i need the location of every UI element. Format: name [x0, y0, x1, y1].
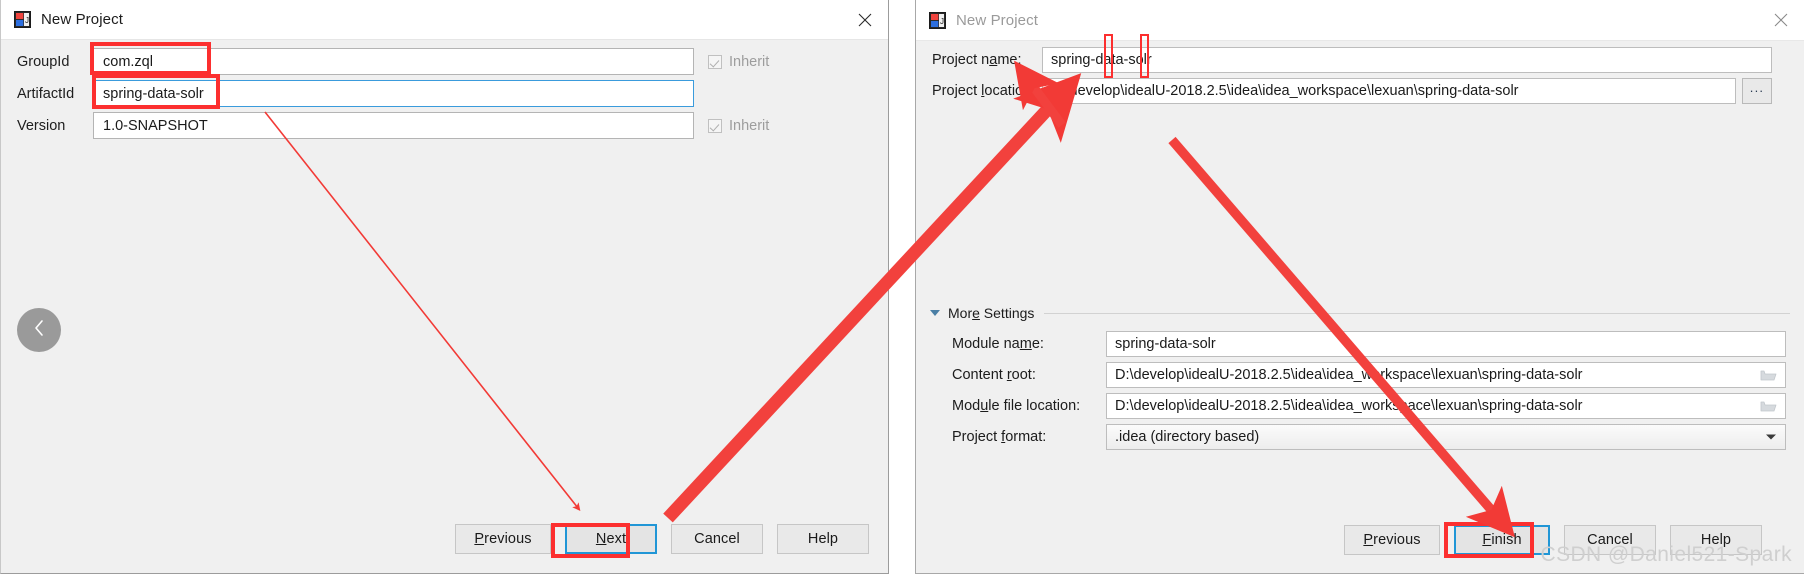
- ellipsis-icon: ...: [1749, 79, 1765, 95]
- previous-button-mnemonic: P: [1363, 532, 1374, 548]
- previous-button[interactable]: Previous: [455, 524, 551, 554]
- previous-button-mnemonic: P: [474, 531, 485, 547]
- module-file-location-value: D:\develop\idealU-2018.2.5\idea\idea_wor…: [1115, 398, 1583, 414]
- csdn-watermark: CSDN @Daniel521-Spark: [1540, 543, 1792, 566]
- svg-text:J: J: [25, 16, 29, 25]
- chevron-left-icon: [32, 318, 47, 343]
- folder-icon[interactable]: [1760, 368, 1777, 382]
- version-row: Version 1.0-SNAPSHOT Inherit: [17, 112, 769, 139]
- cancel-button[interactable]: Cancel: [671, 524, 763, 554]
- right-dialog-body: Project name: spring-data-solr Project l…: [916, 40, 1804, 573]
- version-inherit-checkbox[interactable]: Inherit: [708, 118, 769, 134]
- next-button-mnemonic: N: [595, 531, 607, 547]
- right-dialog-title: New Project: [956, 11, 1038, 29]
- project-location-label: Project location:: [932, 83, 1036, 99]
- version-input[interactable]: 1.0-SNAPSHOT: [93, 112, 694, 139]
- module-file-location-row: Module file location: D:\develop\idealU-…: [952, 393, 1786, 419]
- more-settings-divider: [1044, 312, 1790, 314]
- project-name-input[interactable]: spring-data-solr: [1042, 47, 1772, 73]
- close-icon[interactable]: [841, 0, 888, 40]
- previous-button-label: revious: [1373, 532, 1421, 548]
- folder-icon[interactable]: [1760, 399, 1777, 413]
- intellij-idea-icon: J: [14, 11, 31, 28]
- groupid-input[interactable]: com.zql: [93, 48, 694, 75]
- help-button[interactable]: Help: [777, 524, 869, 554]
- more-settings-label: More Settings: [948, 305, 1035, 321]
- project-location-row: Project location: D:\develop\idealU-2018…: [932, 78, 1772, 104]
- content-root-row: Content root: D:\develop\idealU-2018.2.5…: [952, 362, 1786, 388]
- next-button-label: ext: [606, 531, 627, 547]
- checkbox-checked-icon: [708, 118, 722, 133]
- project-location-input[interactable]: D:\develop\idealU-2018.2.5\idea\idea_wor…: [1042, 78, 1736, 104]
- artifactid-input[interactable]: spring-data-solr: [93, 80, 694, 107]
- module-file-location-input[interactable]: D:\develop\idealU-2018.2.5\idea\idea_wor…: [1106, 393, 1786, 419]
- module-name-input[interactable]: spring-data-solr: [1106, 331, 1786, 357]
- version-inherit-label: Inherit: [729, 117, 770, 134]
- svg-text:J: J: [940, 17, 944, 26]
- browse-location-button[interactable]: ...: [1742, 78, 1772, 104]
- artifactid-row: ArtifactId spring-data-solr: [17, 80, 694, 107]
- content-root-input[interactable]: D:\develop\idealU-2018.2.5\idea\idea_wor…: [1106, 362, 1786, 388]
- content-root-value: D:\develop\idealU-2018.2.5\idea\idea_wor…: [1115, 367, 1583, 383]
- groupid-inherit-label: Inherit: [729, 53, 770, 70]
- previous-button-label: revious: [484, 531, 532, 547]
- left-dialog-body: GroupId com.zql Inherit ArtifactId sprin…: [1, 40, 888, 573]
- back-button[interactable]: [17, 308, 61, 352]
- chevron-down-icon: [1766, 434, 1776, 440]
- project-name-row: Project name: spring-data-solr: [932, 47, 1772, 73]
- intellij-idea-icon: J: [929, 11, 946, 29]
- artifactid-label: ArtifactId: [17, 85, 75, 102]
- module-file-location-label: Module file location:: [952, 398, 1081, 414]
- new-project-maven-dialog: J New Project GroupId com.zql Inherit Ar…: [0, 0, 889, 574]
- module-name-row: Module name: spring-data-solr: [952, 331, 1786, 357]
- project-format-select[interactable]: .idea (directory based): [1106, 424, 1786, 450]
- version-label: Version: [17, 117, 66, 134]
- close-icon[interactable]: [1757, 0, 1804, 40]
- next-button[interactable]: Next: [565, 524, 657, 554]
- checkbox-checked-icon: [708, 54, 722, 69]
- project-name-label: Project name:: [932, 52, 1022, 68]
- finish-button-label: inish: [1491, 532, 1522, 548]
- previous-button[interactable]: Previous: [1344, 525, 1440, 555]
- finish-button-mnemonic: F: [1482, 532, 1492, 548]
- groupid-label: GroupId: [17, 53, 70, 70]
- left-dialog-title: New Project: [41, 11, 123, 28]
- new-project-settings-dialog: J New Project Project name: spring-data-…: [915, 0, 1804, 574]
- left-dialog-button-row: Previous Next Cancel Help: [455, 524, 869, 554]
- right-dialog-titlebar: J New Project: [916, 0, 1804, 40]
- module-name-label: Module name:: [952, 336, 1044, 352]
- project-format-label: Project format:: [952, 429, 1047, 445]
- groupid-inherit-checkbox[interactable]: Inherit: [708, 54, 769, 70]
- project-format-value: .idea (directory based): [1115, 429, 1260, 445]
- left-dialog-titlebar: J New Project: [1, 0, 888, 40]
- groupid-row: GroupId com.zql Inherit: [17, 48, 769, 75]
- finish-button[interactable]: Finish: [1454, 525, 1550, 555]
- triangle-down-icon: [930, 310, 940, 316]
- more-settings-toggle[interactable]: More Settings: [930, 305, 1790, 321]
- project-format-row: Project format: .idea (directory based): [952, 424, 1786, 450]
- content-root-label: Content root:: [952, 367, 1036, 383]
